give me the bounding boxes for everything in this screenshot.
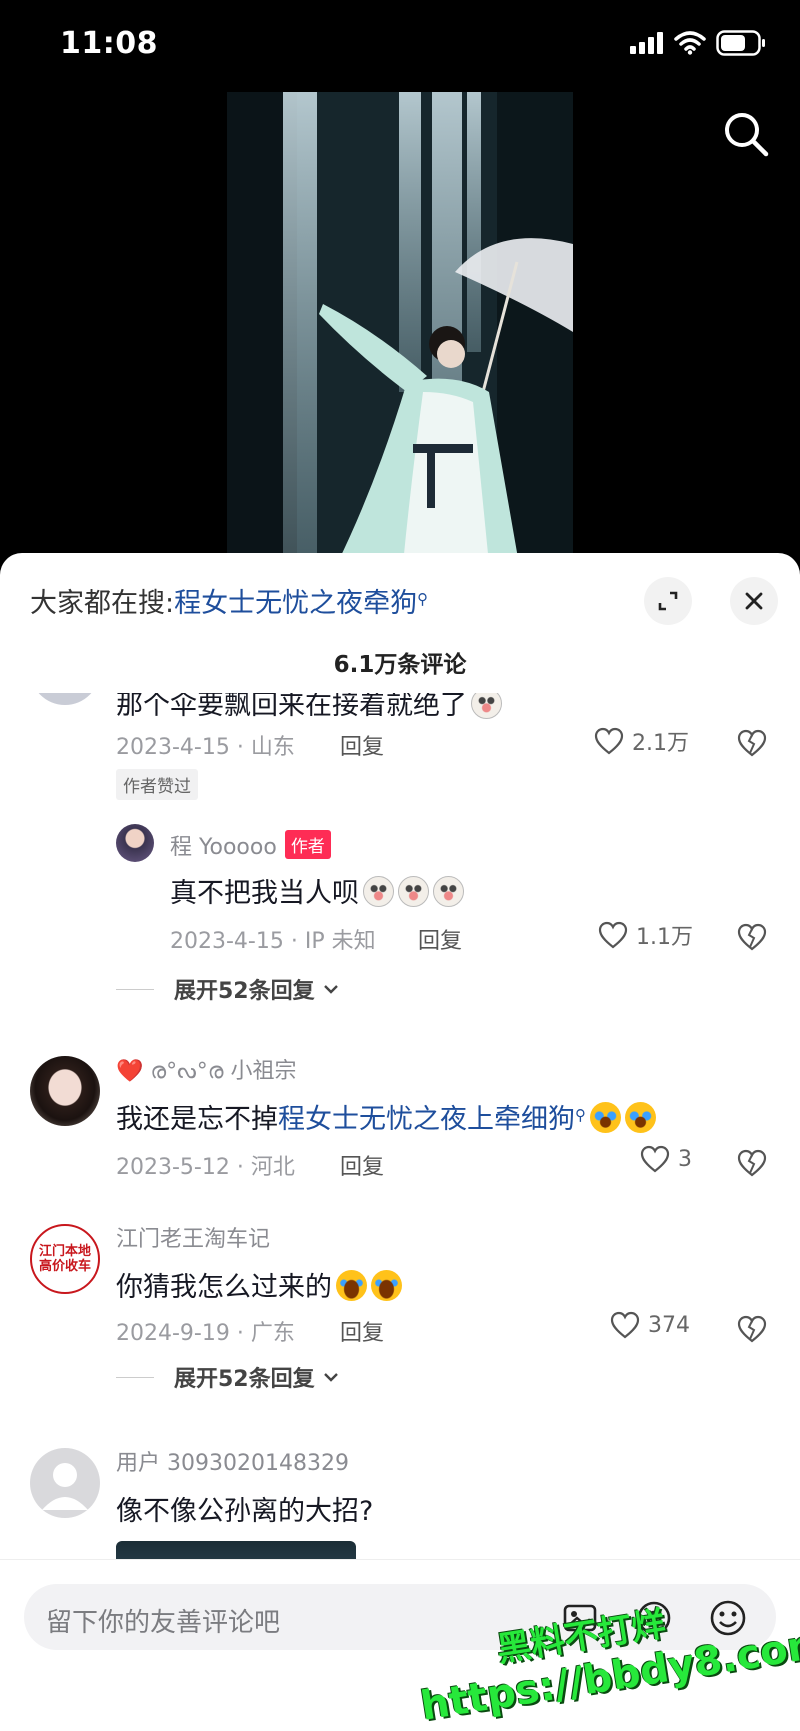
heart-icon — [610, 1311, 640, 1339]
emoji-icon — [336, 1270, 367, 1301]
avatar[interactable]: 江门本地 高价收车 — [30, 1224, 100, 1294]
reply-button[interactable]: 回复 — [340, 1149, 384, 1181]
chevron-down-icon — [323, 985, 338, 994]
default-avatar-icon — [42, 1463, 88, 1510]
like-count: 1.1万 — [636, 925, 693, 950]
wifi-icon — [674, 31, 706, 55]
avatar[interactable] — [30, 1448, 100, 1518]
comment-user[interactable]: ❤️ ര°ᔓ°ര 小祖宗 — [116, 1053, 297, 1085]
suggestion-keyword[interactable]: 程女士无忧之夜牵狗 — [174, 588, 417, 619]
comment-count: 6.1万条评论 — [333, 652, 467, 678]
like-button[interactable]: 374 — [610, 1311, 690, 1339]
comment-date-location: 2023-4-15 · 山东 — [116, 735, 295, 760]
comment-user[interactable]: 江门老王淘车记 — [116, 1221, 270, 1253]
emoji-icon — [371, 1270, 402, 1301]
like-button[interactable]: 2.1万 — [594, 725, 689, 757]
sheet-header: 大家都在搜:程女士无忧之夜牵狗⚲ 6.1万条评论 — [0, 553, 800, 693]
emoji-icon — [398, 876, 429, 907]
comment-date-location: 2024-9-19 · 广东 — [116, 1321, 295, 1346]
dislike-icon[interactable] — [736, 1313, 768, 1345]
expand-icon — [658, 591, 678, 611]
comment-date-location: 2023-5-12 · 河北 — [116, 1155, 295, 1180]
expand-button[interactable] — [644, 577, 692, 625]
comment-list[interactable]: 那个伞要飘回来在接着就绝了 2023-4-15 · 山东 回复 2.1万 作者赞… — [0, 693, 800, 1559]
reply-button[interactable]: 回复 — [340, 729, 384, 761]
battery-icon — [716, 30, 765, 56]
emoji-icon — [363, 876, 394, 907]
comment-text: 像不像公孙离的大招? — [116, 1496, 374, 1527]
status-time: 11:08 — [60, 26, 158, 61]
emoji-icon — [433, 876, 464, 907]
comment-keyword-link[interactable]: 程女士无忧之夜上牵细狗 — [278, 1104, 575, 1135]
chevron-down-icon — [323, 1373, 338, 1382]
heart-icon — [594, 727, 624, 755]
comment-date-location: 2023-4-15 · IP 未知 — [170, 929, 376, 954]
like-button[interactable]: 1.1万 — [598, 919, 693, 951]
comment-user[interactable]: 用户 3093020148329 — [116, 1445, 349, 1477]
like-count: 374 — [648, 1312, 690, 1338]
dislike-icon[interactable] — [736, 1147, 768, 1179]
close-icon — [745, 592, 763, 610]
comment-user[interactable]: 程 Yooooo 作者 — [170, 829, 331, 861]
author-liked-tag: 作者赞过 — [116, 769, 198, 800]
heart-icon — [598, 921, 628, 949]
avatar[interactable] — [116, 824, 154, 862]
comment-input-bar: 留下你的友善评论吧 黑料不打烊 https://bbdy8.com — [0, 1559, 800, 1731]
status-icons — [630, 30, 766, 56]
video-player[interactable] — [227, 92, 573, 564]
comment-image[interactable] — [116, 1541, 356, 1559]
expand-replies-button[interactable]: 展开52条回复 — [116, 973, 339, 1005]
comment-sheet: 大家都在搜:程女士无忧之夜牵狗⚲ 6.1万条评论 那个伞要飘回来在接着就绝了 2… — [0, 553, 800, 1731]
dislike-icon[interactable] — [736, 921, 768, 953]
status-bar: 11:08 — [0, 0, 800, 90]
avatar[interactable] — [30, 693, 100, 705]
comment-text: 我还是忘不掉程女士无忧之夜上牵细狗⚲ — [116, 1097, 656, 1136]
close-button[interactable] — [730, 577, 778, 625]
input-placeholder: 留下你的友善评论吧 — [46, 1608, 281, 1638]
expand-replies-button[interactable]: 展开52条回复 — [116, 1361, 339, 1393]
like-count: 2.1万 — [632, 731, 689, 756]
like-count: 3 — [678, 1146, 692, 1172]
avatar-text-line: 江门本地 — [38, 1244, 91, 1259]
keyword-search-icon: ⚲ — [417, 590, 429, 608]
video-frame-image — [227, 92, 573, 564]
emoji-icon — [590, 1102, 621, 1133]
suggestion-prefix: 大家都在搜: — [30, 588, 175, 619]
signal-icon — [630, 32, 663, 54]
dislike-icon[interactable] — [736, 727, 768, 759]
divider-line — [116, 1376, 154, 1378]
divider-line — [116, 988, 154, 990]
emoji-icon — [471, 693, 502, 719]
search-icon — [725, 113, 769, 157]
comment-text: 你猜我怎么过来的 — [116, 1265, 402, 1304]
heart-emoji-icon: ❤️ — [116, 1059, 144, 1084]
avatar-text-line: 高价收车 — [38, 1259, 91, 1274]
emoji-icon — [625, 1102, 656, 1133]
avatar[interactable] — [30, 1056, 100, 1126]
like-button[interactable]: 3 — [640, 1145, 692, 1173]
author-badge: 作者 — [284, 830, 331, 859]
reply-button[interactable]: 回复 — [340, 1315, 384, 1347]
keyword-search-icon: ⚲ — [575, 1106, 586, 1124]
heart-icon — [640, 1145, 670, 1173]
search-button[interactable] — [718, 106, 774, 162]
comment-text: 真不把我当人呗 — [170, 871, 464, 910]
reply-button[interactable]: 回复 — [418, 923, 462, 955]
search-suggestion[interactable]: 大家都在搜:程女士无忧之夜牵狗⚲ — [30, 581, 428, 620]
comment-text: 那个伞要飘回来在接着就绝了 — [116, 693, 502, 722]
